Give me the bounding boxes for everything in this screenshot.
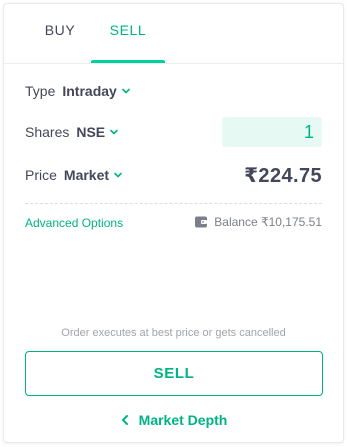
active-tab-indicator (91, 60, 165, 63)
wallet-icon (195, 216, 208, 228)
price-type-select[interactable]: Market (64, 167, 123, 183)
shares-row: Shares NSE (25, 117, 322, 147)
advanced-options-link[interactable]: Advanced Options (25, 216, 123, 230)
tab-sell[interactable]: SELL (91, 22, 165, 64)
order-card: BUY SELL Type Intraday Shares NSE Price … (3, 3, 344, 443)
market-depth-link[interactable]: Market Depth (4, 412, 343, 428)
chevron-down-icon (122, 88, 130, 94)
chevron-down-icon (110, 129, 118, 135)
type-select[interactable]: Intraday (62, 83, 130, 99)
order-type-row: Type Intraday (25, 77, 322, 105)
type-label: Type (25, 83, 56, 99)
balance-info: Balance ₹10,175.51 (194, 215, 322, 229)
market-depth-label: Market Depth (138, 412, 228, 428)
order-tabs: BUY SELL (4, 4, 343, 64)
exchange-value: NSE (76, 124, 106, 140)
type-value: Intraday (62, 83, 117, 99)
price-type-value: Market (63, 167, 110, 183)
chevron-left-icon (121, 415, 128, 425)
price-label: Price (25, 167, 57, 183)
price-value: ₹224.75 (244, 164, 322, 187)
chevron-down-icon (114, 172, 122, 178)
quantity-input[interactable] (222, 117, 322, 147)
divider (25, 203, 322, 204)
shares-label: Shares (25, 124, 70, 140)
tab-buy[interactable]: BUY (31, 22, 89, 64)
order-note: Order executes at best price or gets can… (61, 327, 286, 339)
exchange-select[interactable]: NSE (76, 124, 119, 140)
price-row: Price Market ₹224.75 (25, 161, 322, 189)
balance-text: Balance ₹10,175.51 (214, 215, 322, 229)
sell-button[interactable]: SELL (25, 351, 323, 396)
